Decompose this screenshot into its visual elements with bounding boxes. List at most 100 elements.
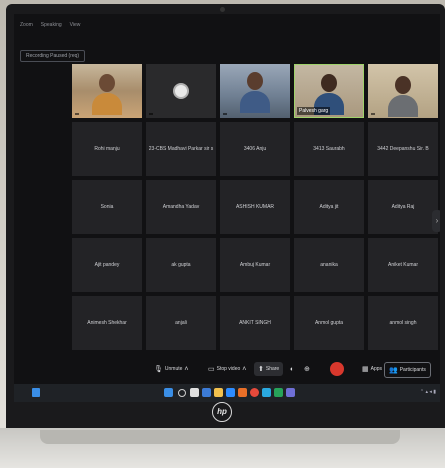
participant-tile[interactable]: Rohi manju xyxy=(72,122,142,176)
participant-video-person xyxy=(92,74,122,115)
participant-name: anjali xyxy=(175,320,187,326)
participant-tile[interactable]: Sonia xyxy=(72,180,142,234)
participant-tile[interactable]: anmol singh xyxy=(368,296,438,350)
participant-name: Ambuj Kumar xyxy=(239,262,271,268)
participant-tile[interactable]: ASHISH KUMAR xyxy=(220,180,290,234)
participant-tile[interactable]: Animesh Shekhar xyxy=(72,296,142,350)
participant-tile[interactable]: 23-CBS Madhavi Parkar sir s xyxy=(146,122,216,176)
task-view-icon[interactable] xyxy=(190,388,199,397)
participant-name: 23-CBS Madhavi Parkar sir s xyxy=(148,146,214,152)
stop-video-label: Stop video xyxy=(216,366,241,372)
participant-name: Rohi manju xyxy=(94,146,120,152)
participant-tile[interactable]: Ambuj Kumar xyxy=(220,238,290,292)
participants-button[interactable]: 👥 Participants xyxy=(384,362,431,378)
participant-tile[interactable]: anjali xyxy=(146,296,216,350)
topbar-item-0[interactable]: Zoom xyxy=(20,22,33,28)
hp-logo: hp xyxy=(212,402,232,422)
unmute-button[interactable]: 🎙 Unmute ˄ xyxy=(150,362,193,376)
participant-tile[interactable] xyxy=(146,64,216,118)
search-icon[interactable] xyxy=(178,389,186,397)
topbar-item-1[interactable]: Speaking xyxy=(41,22,62,28)
chrome-icon[interactable] xyxy=(250,388,259,397)
topbar-item-2[interactable]: View xyxy=(70,22,81,28)
windows-start-icon[interactable] xyxy=(164,388,173,397)
meeting-topbar: Zoom Speaking View xyxy=(14,14,440,36)
chevron-up-icon: ˄ xyxy=(242,365,247,373)
participant-tile-active-speaker[interactable]: Palvesh garg xyxy=(294,64,364,118)
participant-name: Aditya Raj xyxy=(391,204,415,210)
participant-logo-icon xyxy=(173,83,189,99)
participant-tile[interactable]: Ajit pandey xyxy=(72,238,142,292)
app-icon-purple[interactable] xyxy=(286,388,295,397)
meeting-toolbar: 🎙 Unmute ˄ ▭ Stop video ˄ ⬆ Share ◐ ⊕ ▦ … xyxy=(14,358,440,380)
participant-tile[interactable]: Anmol gupta xyxy=(294,296,364,350)
participant-name xyxy=(371,113,375,115)
app-icon-orange[interactable] xyxy=(238,388,247,397)
participant-name: ASHISH KUMAR xyxy=(235,204,275,210)
participant-name: Anmol gupta xyxy=(314,320,344,326)
participant-name: anmol singh xyxy=(389,320,417,326)
participant-video-person xyxy=(388,76,418,117)
file-explorer-icon[interactable] xyxy=(214,388,223,397)
participant-name: Aditya jit xyxy=(319,204,339,210)
reactions-button[interactable]: ◐ xyxy=(286,362,298,376)
zoom-app-icon[interactable] xyxy=(226,388,235,397)
edge-icon[interactable] xyxy=(262,388,271,397)
participant-name: Aniket Kumar xyxy=(387,262,418,268)
participant-name: 3413 Saurabh xyxy=(313,146,345,152)
participant-name: ANKIT SINGH xyxy=(239,320,271,326)
participant-tile[interactable]: 3406 Anju xyxy=(220,122,290,176)
participant-tile[interactable]: 3413 Saurabh xyxy=(294,122,364,176)
leave-meeting-button[interactable] xyxy=(330,362,344,376)
participant-tile[interactable]: Aditya jit xyxy=(294,180,364,234)
share-button[interactable]: ⬆ Share xyxy=(254,362,284,376)
participant-name: ak gupta xyxy=(171,262,191,268)
participant-name: Amandha Yadav xyxy=(162,204,200,210)
reactions-icon: ◐ xyxy=(290,365,295,373)
participant-name xyxy=(223,113,227,115)
more-button[interactable]: ⊕ xyxy=(300,362,314,376)
chat-icon[interactable] xyxy=(202,388,211,397)
share-label: Share xyxy=(265,366,280,372)
participant-name: ananika xyxy=(320,262,338,268)
next-page-arrow-icon[interactable]: › xyxy=(432,210,440,232)
participant-tile[interactable]: Amandha Yadav xyxy=(146,180,216,234)
participant-tile[interactable]: 3442 Deepanshu Sir. B xyxy=(368,122,438,176)
apps-button[interactable]: ▦ Apps xyxy=(358,362,386,376)
recording-status-pill[interactable]: Recording Paused (req) xyxy=(20,50,86,62)
participant-name xyxy=(149,113,153,115)
participant-tile[interactable]: Aniket Kumar xyxy=(368,238,438,292)
apps-label: Apps xyxy=(370,366,383,372)
participant-name: 3442 Deepanshu Sir. B xyxy=(377,146,429,152)
participants-label: Participants xyxy=(399,367,426,373)
participant-name: Palvesh garg xyxy=(297,107,331,115)
laptop-hinge xyxy=(40,430,400,444)
stop-video-button[interactable]: ▭ Stop video ˄ xyxy=(204,362,250,376)
laptop-screen: Zoom Speaking View Recording Paused (req… xyxy=(14,14,440,402)
chevron-up-icon: ˄ xyxy=(184,365,189,373)
participant-tile[interactable] xyxy=(368,64,438,118)
participant-grid: Palvesh garg Rohi manju 23-CBS Madhavi P… xyxy=(72,64,438,356)
app-icon-green[interactable] xyxy=(274,388,283,397)
webcam-dot xyxy=(220,7,225,12)
camera-icon: ▭ xyxy=(208,365,215,373)
participant-tile[interactable] xyxy=(72,64,142,118)
participant-name: 3406 Anju xyxy=(243,146,267,152)
participant-tile[interactable] xyxy=(220,64,290,118)
share-screen-icon: ⬆ xyxy=(258,365,264,373)
unmute-label: Unmute xyxy=(164,366,183,372)
participant-video-person xyxy=(240,72,270,113)
widgets-icon[interactable] xyxy=(32,388,40,397)
participant-tile[interactable]: Aditya Raj xyxy=(368,180,438,234)
participants-icon: 👥 xyxy=(389,366,398,374)
participant-tile[interactable]: ANKIT SINGH xyxy=(220,296,290,350)
participant-name xyxy=(75,113,79,115)
microphone-muted-icon: 🎙 xyxy=(154,365,163,373)
participant-tile[interactable]: ak gupta xyxy=(146,238,216,292)
more-icon: ⊕ xyxy=(304,365,310,373)
participant-tile[interactable]: ananika xyxy=(294,238,364,292)
participant-name: Ajit pandey xyxy=(94,262,120,268)
apps-icon: ▦ xyxy=(362,365,369,373)
system-tray[interactable]: ⌃ ▴ ◂ ▮ xyxy=(420,389,436,395)
participant-name: Animesh Shekhar xyxy=(87,320,127,326)
